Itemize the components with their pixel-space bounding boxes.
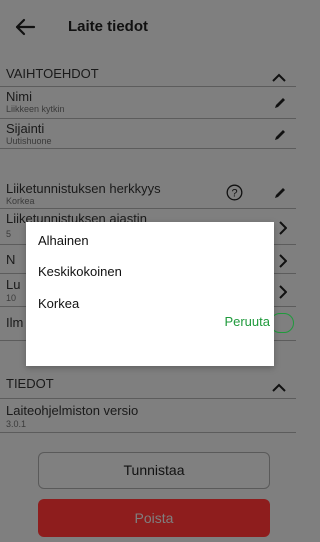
row-title: Nimi (6, 89, 32, 104)
option-row-name[interactable]: Nimi Liikkeen kytkin (0, 86, 296, 118)
option-row-location[interactable]: Sijainti Uutishuone (0, 119, 296, 147)
row-title: Lu (6, 277, 21, 292)
options-section-heading: VAIHTOEHDOT (6, 66, 99, 81)
cancel-button[interactable]: Peruuta (224, 314, 270, 329)
pencil-icon[interactable] (273, 128, 287, 147)
row-title: Ilm (6, 315, 24, 330)
chevron-up-icon[interactable] (272, 379, 286, 397)
row-value: Liikkeen kytkin (6, 104, 65, 114)
options-section-header[interactable]: VAIHTOEHDOT (0, 60, 296, 86)
info-section-heading: TIEDOT (6, 376, 54, 391)
row-title: N (6, 252, 16, 267)
sensitivity-dialog: Alhainen Keskikokoinen Korkea Peruuta (26, 222, 274, 366)
divider (0, 398, 296, 399)
dialog-option[interactable]: Alhainen (38, 233, 89, 248)
chevron-right-icon[interactable] (278, 285, 288, 304)
divider (0, 148, 296, 149)
info-row-firmware: Laiteohjelmiston versio 3.0.1 (0, 400, 296, 432)
chevron-right-icon[interactable] (278, 254, 288, 273)
row-value: 10 (6, 293, 17, 303)
dialog-option[interactable]: Korkea (38, 296, 79, 311)
row-title: Sijainti (6, 121, 45, 136)
header-bar: Laite tiedot (0, 0, 296, 54)
row-title: Laiteohjelmiston versio (6, 403, 139, 418)
pencil-icon[interactable] (273, 96, 287, 115)
pencil-icon[interactable] (273, 186, 287, 205)
row-value: 3.0.1 (6, 419, 27, 429)
row-value: 5 (6, 229, 12, 239)
row-title: Liiketunnistuksen herkkyys (6, 181, 161, 196)
dialog-option[interactable]: Keskikokoinen (38, 264, 122, 279)
svg-text:?: ? (231, 187, 237, 199)
option-row-sensitivity[interactable]: Liiketunnistuksen herkkyys Korkea ? (0, 178, 296, 208)
info-section-header[interactable]: TIEDOT (0, 370, 296, 396)
delete-button[interactable]: Poista (38, 499, 270, 537)
row-value: Korkea (6, 196, 35, 206)
chevron-right-icon[interactable] (278, 221, 288, 240)
row-value: Uutishuone (6, 136, 52, 146)
help-icon[interactable]: ? (226, 184, 243, 206)
identify-button[interactable]: Tunnistaa (38, 452, 270, 489)
back-arrow-icon[interactable] (14, 18, 36, 41)
page-title: Laite tiedot (68, 18, 149, 35)
divider (0, 432, 296, 433)
chevron-up-icon[interactable] (272, 69, 286, 87)
